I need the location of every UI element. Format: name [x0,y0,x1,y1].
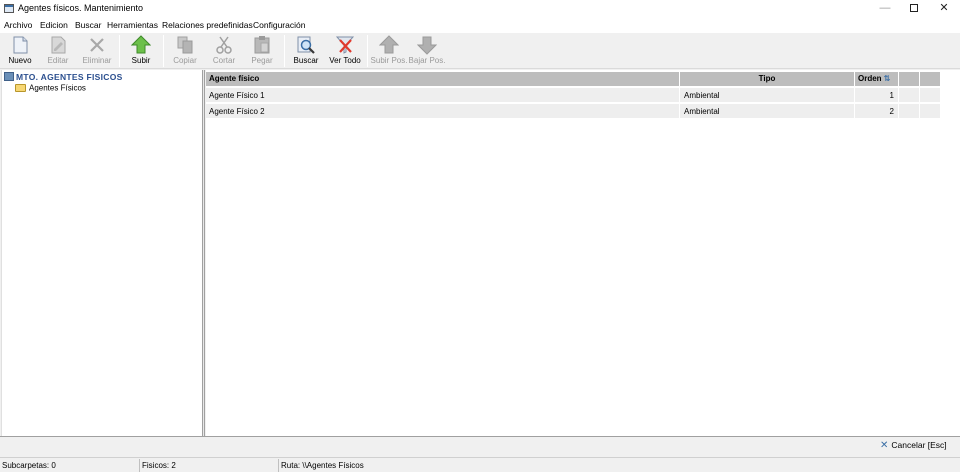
column-header-tipo[interactable]: Tipo [680,72,855,86]
menu-configuracion[interactable]: Configuración [253,20,305,30]
copiar-label: Copiar [173,56,197,65]
status-fisicos: Fisicos: 2 [140,459,279,472]
cortar-button[interactable]: Cortar [205,33,243,69]
status-bar: Subcarpetas: 0 Fisicos: 2 Ruta: \\Agente… [0,457,960,472]
search-icon [297,36,315,54]
cell-extra [899,88,920,102]
data-grid: Agente físico Tipo Orden ⇅ Agente Físico… [206,70,960,436]
cancel-button[interactable]: ✕ Cancelar [Esc] [880,440,956,454]
grid-header: Agente físico Tipo Orden ⇅ [206,72,942,86]
cell-tipo: Ambiental [680,104,855,118]
app-icon [4,4,14,13]
column-header-tipo-label: Tipo [758,74,776,83]
maximize-button[interactable] [899,0,929,18]
column-header-extra [899,72,920,86]
copy-icon [177,36,193,54]
folder-icon [15,83,26,92]
column-header-agente-label: Agente físico [209,74,260,83]
cell-extra [899,104,920,118]
nuevo-label: Nuevo [8,56,32,65]
editar-button[interactable]: Editar [40,33,76,69]
toolbar-separator [163,35,164,67]
bajar-pos-button[interactable]: Bajar Pos. [408,33,446,69]
pane-splitter[interactable] [203,70,205,436]
column-header-orden[interactable]: Orden ⇅ [855,72,899,86]
close-button[interactable]: ✕ [929,0,959,18]
subir-pos-button[interactable]: Subir Pos. [370,33,408,69]
tree-node-agentes-fisicos[interactable]: Agentes Físicos [15,82,86,93]
minimize-button[interactable]: — [870,0,900,18]
menu-archivo[interactable]: Archivo [4,20,32,30]
move-down-arrow-icon [417,36,437,55]
editar-label: Editar [47,56,69,65]
delete-x-icon [90,38,104,52]
eliminar-label: Eliminar [82,56,112,65]
window-title: Agentes físicos. Mantenimiento [18,3,144,13]
subir-pos-label: Subir Pos. [370,56,408,65]
clear-filter-icon [335,36,355,54]
new-document-icon [13,36,28,54]
menu-herramientas[interactable]: Herramientas [107,20,158,30]
subir-button[interactable]: Subir [122,33,160,69]
up-arrow-icon [131,35,151,54]
status-ruta: Ruta: \\Agentes Físicos [281,461,364,470]
bajar-pos-label: Bajar Pos. [408,56,446,65]
cell-orden: 1 [855,88,899,102]
ver-todo-label: Ver Todo [329,56,361,65]
tree-node-label: Agentes Físicos [29,83,86,93]
cancel-x-icon: ✕ [880,440,889,451]
toolbar-separator [367,35,368,67]
column-header-agente[interactable]: Agente físico [206,72,680,86]
paste-icon [254,36,270,54]
cell-tipo: Ambiental [680,88,855,102]
edit-document-icon [51,36,66,54]
buscar-button[interactable]: Buscar [287,33,325,69]
move-up-arrow-icon [379,35,399,54]
nuevo-button[interactable]: Nuevo [2,33,38,69]
pegar-label: Pegar [251,56,273,65]
eliminar-button[interactable]: Eliminar [78,33,116,69]
maximize-icon [910,4,918,13]
pegar-button[interactable]: Pegar [243,33,281,69]
subir-label: Subir [131,56,151,65]
status-subcarpetas: Subcarpetas: 0 [0,459,140,472]
tree-pane: MTO. AGENTES FISICOS Agentes Físicos [1,70,203,436]
cell-agente: Agente Físico 1 [206,88,680,102]
toolbar: Nuevo Editar Eliminar Subir Copiar Corta… [0,33,960,69]
buscar-label: Buscar [293,56,319,65]
table-row[interactable]: Agente Físico 2 Ambiental 2 [206,104,942,118]
cell-orden: 2 [855,104,899,118]
column-header-orden-label: Orden [858,74,882,83]
cancel-label: Cancelar [Esc] [891,440,947,450]
menu-relaciones-predefinidas[interactable]: Relaciones predefinidas [162,20,253,30]
menu-bar: Archivo Edicion Buscar Herramientas Rela… [0,18,960,33]
copiar-button[interactable]: Copiar [166,33,204,69]
toolbar-separator [284,35,285,67]
cell-extra [920,88,941,102]
tree-root-icon [4,72,14,82]
menu-buscar[interactable]: Buscar [75,20,101,30]
ver-todo-button[interactable]: Ver Todo [326,33,364,69]
title-bar: Agentes físicos. Mantenimiento — ✕ [0,0,960,18]
bottom-action-bar: ✕ Cancelar [Esc] [0,436,960,456]
cell-extra [920,104,941,118]
cell-agente: Agente Físico 2 [206,104,680,118]
column-header-extra [920,72,941,86]
tree-root-node[interactable]: MTO. AGENTES FISICOS [4,71,123,82]
toolbar-separator [119,35,120,67]
scissors-icon [216,36,232,54]
sort-ascending-icon: ⇅ [883,74,891,83]
table-row[interactable]: Agente Físico 1 Ambiental 1 [206,88,942,102]
tree-root-label: MTO. AGENTES FISICOS [16,71,123,82]
menu-edicion[interactable]: Edicion [40,20,68,30]
cortar-label: Cortar [212,56,236,65]
